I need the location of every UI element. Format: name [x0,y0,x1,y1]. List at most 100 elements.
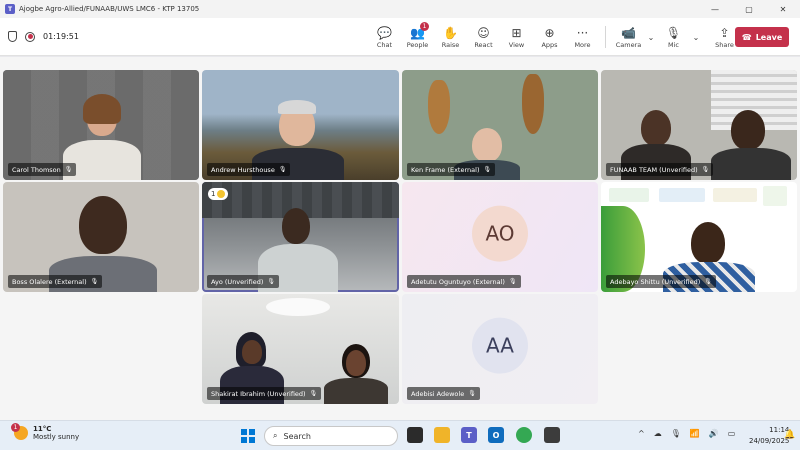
participant-name-tag: Shakirat Ibrahim (Unverified) 🎙 [207,387,322,400]
mic-muted-tray-icon[interactable]: 🎙 [671,429,681,438]
guitar-decor [428,80,450,134]
leave-button[interactable]: ☎ Leave [735,27,789,47]
fao-logo-icon [659,188,705,202]
toolbar-divider [605,26,606,48]
windows-taskbar: 1 11°C Mostly sunny ⌕ Search T O ^ ☁ 🎙 📶… [0,420,800,450]
chevron-up-icon[interactable]: ^ [638,429,645,438]
people-badge: 1 [420,22,429,31]
person-body [711,148,791,180]
people-label: People [406,40,429,49]
smiley-icon: ☺ [477,25,490,40]
participant-tile-active-speaker[interactable]: 1 Ayo (Unverified) 🎙 [202,182,399,292]
weather-description: Mostly sunny [33,433,80,441]
camera-label: Camera [615,40,642,49]
notification-bell-icon[interactable]: 🔔 [784,430,795,440]
start-button[interactable] [241,429,255,443]
raise-hand-button[interactable]: ✋ Raise [434,18,467,56]
participant-tile[interactable]: FUNAAB TEAM (Unverified) 🎙 [601,70,797,180]
sticky-app-icon[interactable] [544,427,560,443]
react-label: React [474,40,493,49]
mic-label: Mic [668,40,679,49]
phone-hangup-icon: ☎ [741,32,752,42]
sun-icon: 1 [11,423,28,440]
shield-icon[interactable] [8,31,17,42]
mic-button[interactable]: 🎙 Mic [657,18,690,56]
avatar: AO [472,205,528,262]
participant-name-tag: Ken Frame (External) 🎙 [407,163,496,176]
more-button[interactable]: ··· More [566,18,599,56]
search-placeholder: Search [283,431,311,441]
share-icon: ⇪ [719,25,730,40]
weather-temperature: 11°C [33,425,52,433]
share-label: Share [715,40,734,49]
camera-button[interactable]: 📹 Camera [612,18,645,56]
participant-tile[interactable]: Ken Frame (External) 🎙 [402,70,598,180]
nigeria-coat-of-arms-icon [763,186,787,206]
camera-icon: 📹 [621,25,636,40]
meeting-toolbar: 01:19:51 💬 Chat 👥 1 People ✋ Raise ☺ Rea… [0,18,800,56]
apps-label: Apps [541,40,558,49]
more-label: More [574,40,591,49]
battery-icon[interactable]: ▭ [728,429,736,438]
view-button[interactable]: ⊞ View [500,18,533,56]
participant-tile[interactable]: Adebayo Shittu (Unverified) 🎙 [601,182,797,292]
participant-tile[interactable]: Carol Thomson 🎙 [3,70,199,180]
participant-name-tag: Adetutu Oguntuyo (External) 🎙 [407,275,521,288]
teams-taskbar-icon[interactable]: T [461,427,477,443]
person-head [79,196,127,254]
participant-name-tag: Ayo (Unverified) 🎙 [207,275,280,288]
taskbar-search[interactable]: ⌕ Search [264,426,398,446]
maximize-button[interactable]: ▢ [732,0,766,18]
video-stage: Carol Thomson 🎙 Andrew Hursthouse 🎙 Ken Fr… [0,57,800,420]
apps-button[interactable]: ⊕ Apps [533,18,566,56]
participant-name-tag: Adebisi Adewole 🎙 [407,387,480,400]
participant-name-tag: Carol Thomson 🎙 [8,163,77,176]
ellipsis-icon: ··· [576,25,589,40]
camera-options-chevron-icon[interactable]: ⌄ [645,33,657,42]
person-head [282,208,310,244]
chat-button[interactable]: 💬 Chat [368,18,401,56]
onedrive-icon[interactable]: ☁ [654,429,662,438]
raised-hand-reaction-icon [217,190,226,198]
mic-muted-icon: 🎙 [468,390,476,397]
outlook-icon[interactable]: O [488,427,504,443]
wifi-icon[interactable]: 📶 [690,429,700,438]
window-title: Ajogbe Agro-Allied/FUNAAB/UWS LMC6 - KTP… [19,5,200,13]
close-window-button[interactable]: ✕ [766,0,800,18]
title-bar: T Ajogbe Agro-Allied/FUNAAB/UWS LMC6 - K… [0,0,800,18]
react-button[interactable]: ☺ React [467,18,500,56]
file-explorer-icon[interactable] [434,427,450,443]
minimize-button[interactable]: — [698,0,732,18]
leave-label: Leave [755,32,783,42]
window-controls: — ▢ ✕ [698,0,800,18]
participant-tile[interactable]: Andrew Hursthouse 🎙 [202,70,399,180]
weather-widget[interactable]: 1 11°C Mostly sunny [11,423,80,441]
ceiling-light [266,298,330,316]
person-head [346,350,366,376]
view-label: View [508,40,525,49]
people-button[interactable]: 👥 1 People [401,18,434,56]
hair [278,100,316,114]
participant-tile[interactable]: AO Adetutu Oguntuyo (External) 🎙 [402,182,598,292]
participant-name-tag: FUNAAB TEAM (Unverified) 🎙 [606,163,714,176]
mic-muted-icon: 🎙 [278,166,287,173]
mic-off-icon: 🎙 [665,25,682,40]
person-head [641,110,671,146]
forestry-institute-logo-icon [713,188,757,202]
mic-muted-icon: 🎙 [267,278,276,285]
chrome-icon[interactable] [516,427,532,443]
grid-icon: ⊞ [511,25,522,40]
windows-logo-icon [241,429,247,436]
chat-icon: 💬 [377,25,392,40]
system-tray: ^ ☁ 🎙 📶 🔊 ▭ [638,429,735,438]
participant-tile[interactable]: AA Adebisi Adewole 🎙 [402,294,598,404]
person-body [324,378,388,404]
participant-tile[interactable]: Boss Olalere (External) 🎙 [3,182,199,292]
mic-muted-icon: 🎙 [701,166,710,173]
task-view-icon[interactable] [407,427,423,443]
meeting-timer: 01:19:51 [43,32,79,41]
participant-tile[interactable]: Shakirat Ibrahim (Unverified) 🎙 [202,294,399,404]
volume-icon[interactable]: 🔊 [709,429,719,438]
mic-options-chevron-icon[interactable]: ⌄ [690,33,702,42]
mic-muted-icon: 🎙 [90,278,99,285]
